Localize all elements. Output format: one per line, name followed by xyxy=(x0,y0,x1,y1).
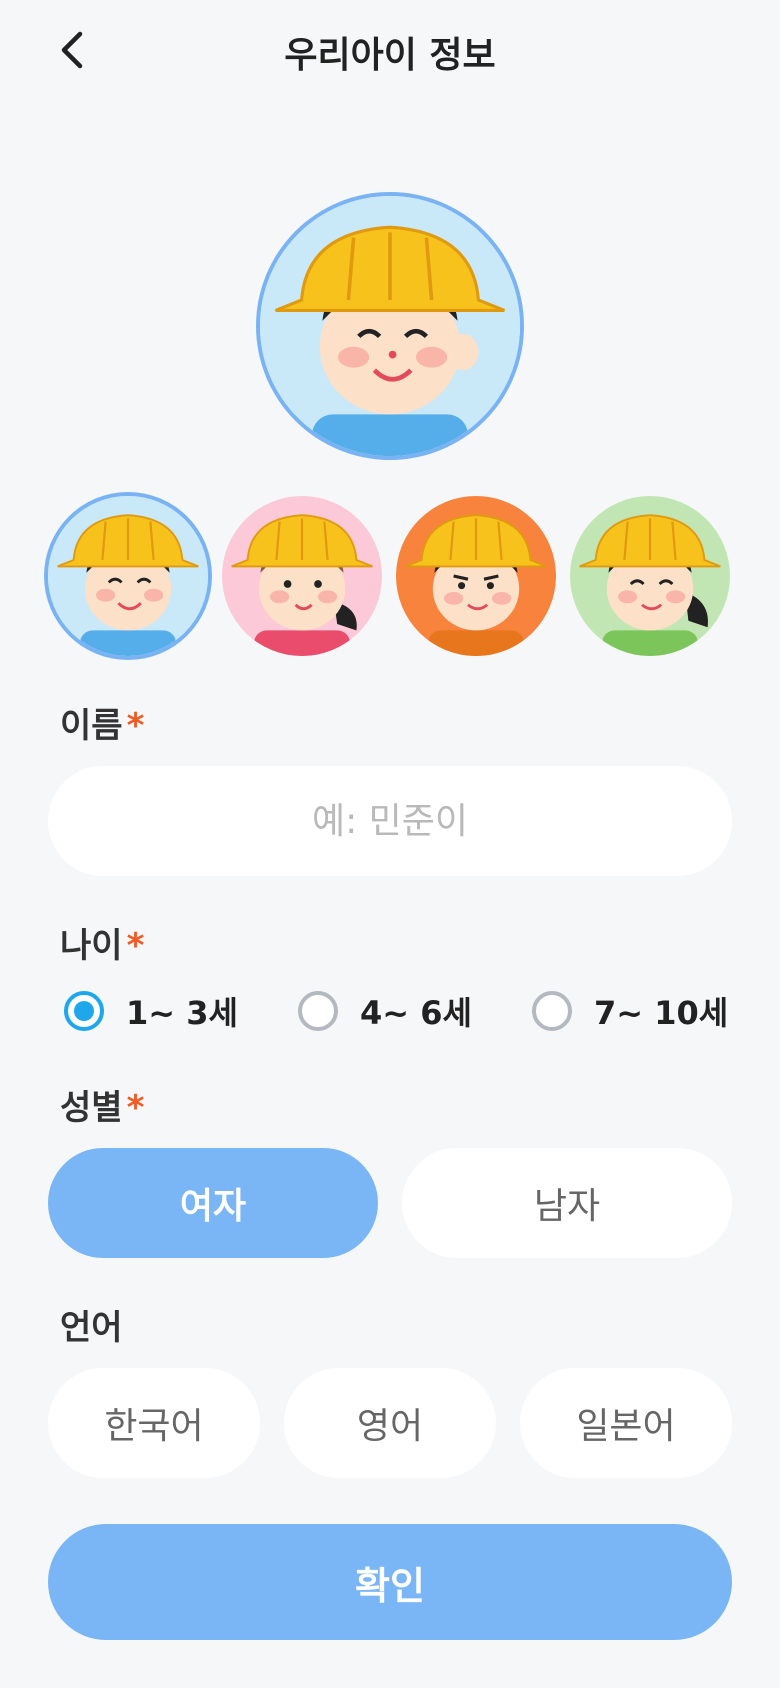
required-mark: * xyxy=(126,706,145,746)
gender-label: 성별 * xyxy=(60,1080,144,1129)
age-radio-4-6[interactable]: 4~ 6세 xyxy=(298,988,472,1034)
language-japanese-button[interactable]: 일본어 xyxy=(520,1368,732,1478)
age-option-label: 1~ 3세 xyxy=(126,994,238,1032)
age-radio-7-10[interactable]: 7~ 10세 xyxy=(532,988,728,1034)
header: 우리아이 정보 xyxy=(0,0,780,100)
language-english-button[interactable]: 영어 xyxy=(284,1368,496,1478)
avatar-option-1[interactable] xyxy=(48,496,208,656)
child-face-icon xyxy=(260,196,520,456)
required-mark: * xyxy=(126,1088,145,1128)
radio-checked-icon xyxy=(64,991,104,1031)
age-label-text: 나이 xyxy=(60,926,123,966)
confirm-button[interactable]: 확인 xyxy=(48,1524,732,1640)
name-input[interactable] xyxy=(48,766,732,876)
language-korean-button[interactable]: 한국어 xyxy=(48,1368,260,1478)
age-radio-group: 1~ 3세 4~ 6세 7~ 10세 xyxy=(0,988,780,1038)
radio-unchecked-icon xyxy=(298,991,338,1031)
age-option-label: 4~ 6세 xyxy=(360,994,472,1032)
gender-male-button[interactable]: 남자 xyxy=(402,1148,732,1258)
gender-label-text: 성별 xyxy=(60,1088,123,1128)
gender-female-button[interactable]: 여자 xyxy=(48,1148,378,1258)
child-face-icon xyxy=(396,496,556,656)
child-face-icon xyxy=(48,496,208,656)
name-label: 이름 * xyxy=(60,698,144,747)
avatar-option-2[interactable] xyxy=(222,496,382,656)
avatar-option-3[interactable] xyxy=(396,496,556,656)
age-label: 나이 * xyxy=(60,918,144,967)
name-label-text: 이름 xyxy=(60,706,123,746)
child-face-icon xyxy=(570,496,730,656)
page-title: 우리아이 정보 xyxy=(284,35,496,76)
age-option-label: 7~ 10세 xyxy=(594,994,729,1032)
child-face-icon xyxy=(222,496,382,656)
selected-avatar xyxy=(260,196,520,456)
radio-unchecked-icon xyxy=(532,991,572,1031)
avatar-option-4[interactable] xyxy=(570,496,730,656)
language-label: 언어 xyxy=(60,1308,123,1348)
required-mark: * xyxy=(126,926,145,966)
age-radio-1-3[interactable]: 1~ 3세 xyxy=(64,988,238,1034)
